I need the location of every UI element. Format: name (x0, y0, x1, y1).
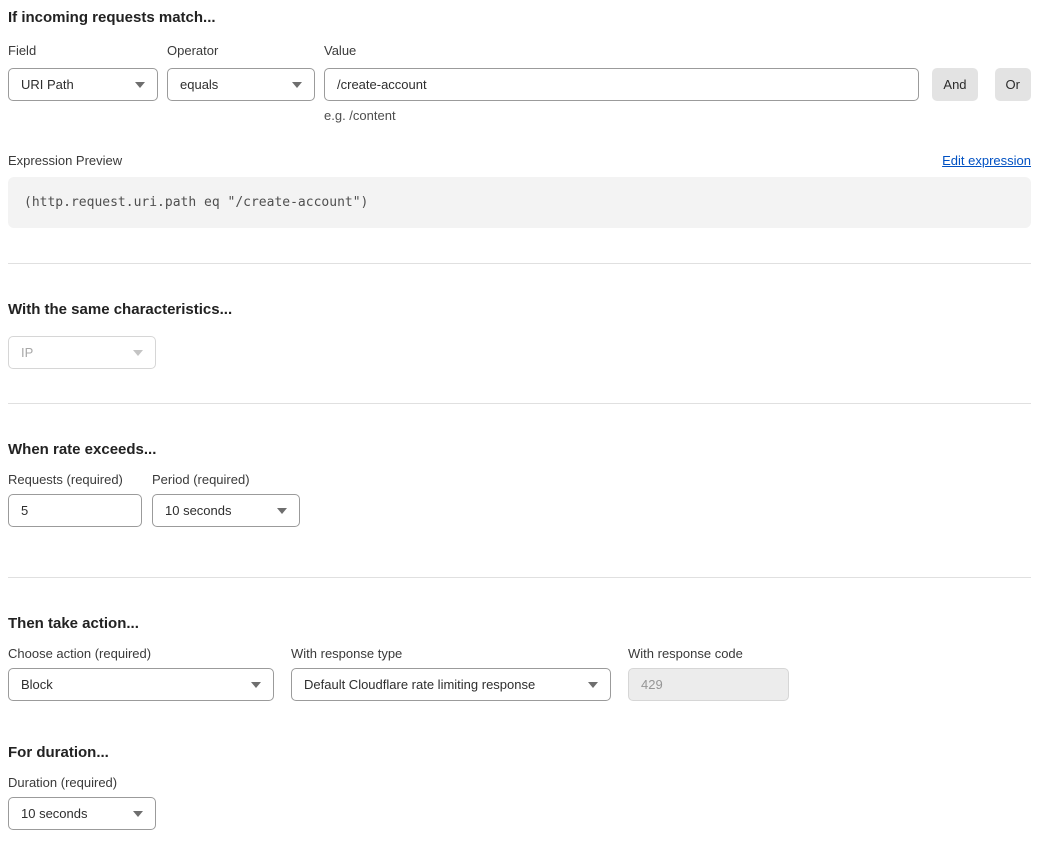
chevron-down-icon (133, 350, 143, 356)
operator-select-value: equals (180, 77, 218, 92)
period-label: Period (required) (152, 472, 300, 488)
value-label: Value (324, 43, 919, 59)
rate-limiting-rule-form: If incoming requests match... Field URI … (0, 0, 1048, 838)
characteristic-select: IP (8, 336, 156, 369)
or-button[interactable]: Or (995, 68, 1031, 101)
and-button[interactable]: And (932, 68, 977, 101)
response-type-select[interactable]: Default Cloudflare rate limiting respons… (291, 668, 611, 701)
duration-select-value: 10 seconds (21, 806, 88, 821)
response-code-label: With response code (628, 646, 789, 662)
duration-row: Duration (required) 10 seconds (8, 775, 1031, 830)
value-hint: e.g. /content (324, 108, 919, 123)
expression-code: (http.request.uri.path eq "/create-accou… (8, 177, 1031, 228)
match-expression-row: Field URI Path Operator equals Value e.g… (8, 43, 1031, 123)
chevron-down-icon (588, 682, 598, 688)
field-select-value: URI Path (21, 77, 74, 92)
field-label: Field (8, 43, 158, 59)
section-divider (8, 263, 1031, 264)
response-type-group: With response type Default Cloudflare ra… (291, 646, 611, 701)
expression-preview-label: Expression Preview (8, 153, 122, 168)
characteristics-row: IP (8, 336, 1031, 369)
section-title-action: Then take action... (8, 614, 1031, 634)
field-select[interactable]: URI Path (8, 68, 158, 101)
operator-group: Operator equals (167, 43, 315, 101)
edit-expression-link[interactable]: Edit expression (942, 153, 1031, 168)
section-title-rate: When rate exceeds... (8, 440, 1031, 460)
chevron-down-icon (292, 82, 302, 88)
duration-label: Duration (required) (8, 775, 156, 791)
value-group: Value e.g. /content (324, 43, 919, 123)
expression-preview-header: Expression Preview Edit expression (8, 153, 1031, 168)
chevron-down-icon (135, 82, 145, 88)
expression-preview-block: Expression Preview Edit expression (http… (8, 153, 1031, 228)
response-type-select-value: Default Cloudflare rate limiting respons… (304, 677, 535, 692)
requests-label: Requests (required) (8, 472, 142, 488)
response-code-group: With response code (628, 646, 789, 701)
response-code-input (628, 668, 789, 701)
period-group: Period (required) 10 seconds (152, 472, 300, 527)
field-group: Field URI Path (8, 43, 158, 101)
section-divider (8, 403, 1031, 404)
chevron-down-icon (251, 682, 261, 688)
section-title-characteristics: With the same characteristics... (8, 300, 1031, 320)
action-select[interactable]: Block (8, 668, 274, 701)
section-divider (8, 577, 1031, 578)
action-label: Choose action (required) (8, 646, 274, 662)
chevron-down-icon (133, 811, 143, 817)
value-input[interactable] (324, 68, 919, 101)
chevron-down-icon (277, 508, 287, 514)
action-group: Choose action (required) Block (8, 646, 274, 701)
section-title-duration: For duration... (8, 743, 1031, 763)
response-type-label: With response type (291, 646, 611, 662)
action-row: Choose action (required) Block With resp… (8, 646, 1031, 701)
requests-group: Requests (required) (8, 472, 142, 527)
action-select-value: Block (21, 677, 53, 692)
section-title-incoming-requests: If incoming requests match... (8, 8, 1031, 28)
period-select-value: 10 seconds (165, 503, 232, 518)
logic-buttons: And Or (932, 68, 1031, 101)
rate-row: Requests (required) Period (required) 10… (8, 472, 1031, 527)
characteristic-select-value: IP (21, 345, 33, 360)
operator-select[interactable]: equals (167, 68, 315, 101)
duration-group: Duration (required) 10 seconds (8, 775, 156, 830)
period-select[interactable]: 10 seconds (152, 494, 300, 527)
duration-select[interactable]: 10 seconds (8, 797, 156, 830)
requests-input[interactable] (8, 494, 142, 527)
operator-label: Operator (167, 43, 315, 59)
